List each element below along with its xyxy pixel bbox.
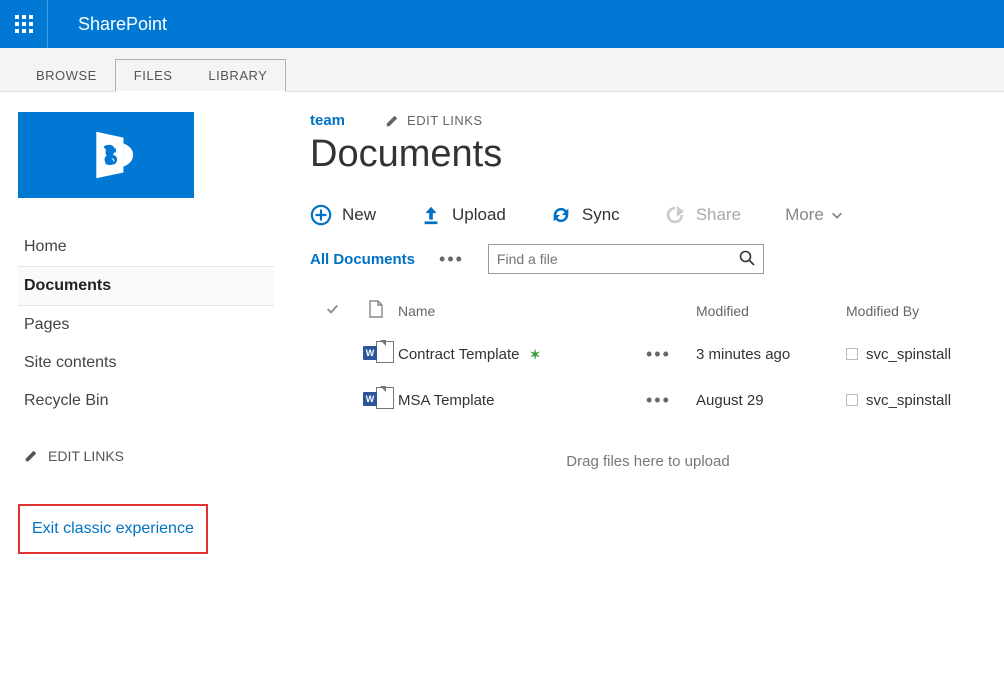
word-doc-icon: W: [367, 341, 385, 363]
pencil-icon: [24, 449, 38, 463]
page-title: Documents: [310, 133, 986, 176]
nav-item-home[interactable]: Home: [18, 228, 274, 266]
app-launcher-button[interactable]: [0, 0, 48, 48]
nav-item-site-contents[interactable]: Site contents: [18, 344, 274, 382]
drag-hint: Drag files here to upload: [310, 453, 986, 470]
suite-title[interactable]: SharePoint: [48, 14, 167, 35]
ribbon-tab-files[interactable]: FILES: [116, 60, 191, 91]
column-modified-by[interactable]: Modified By: [846, 303, 986, 319]
pencil-icon: [385, 114, 399, 128]
left-nav: Home Documents Pages Site contents Recyc…: [18, 228, 274, 420]
select-all-toggle[interactable]: [310, 302, 354, 319]
exit-classic-highlight: Exit classic experience: [18, 504, 208, 554]
table-row[interactable]: W MSA Template ••• August 29 svc_spinsta…: [310, 377, 986, 423]
new-label: New: [342, 205, 376, 225]
word-doc-icon: W: [367, 387, 385, 409]
modified-value: August 29: [696, 392, 846, 409]
edit-links-sidebar[interactable]: EDIT LINKS: [18, 444, 274, 468]
table-row[interactable]: W Contract Template ✶ ••• 3 minutes ago …: [310, 331, 986, 377]
share-button: Share: [664, 204, 741, 226]
presence-icon: [846, 394, 858, 406]
ribbon: BROWSE FILES LIBRARY: [0, 48, 1004, 92]
search-box[interactable]: [488, 244, 764, 274]
waffle-icon: [15, 15, 33, 33]
main-content: S Home Documents Pages Site contents Rec…: [0, 92, 1004, 594]
view-row: All Documents •••: [310, 244, 986, 274]
sync-icon: [550, 204, 572, 226]
item-menu-button[interactable]: •••: [646, 390, 671, 410]
share-icon: [664, 204, 686, 226]
new-indicator-icon: ✶: [530, 347, 541, 362]
search-icon[interactable]: [739, 250, 755, 269]
list-header: Name Modified Modified By: [310, 294, 986, 331]
ribbon-tab-browse[interactable]: BROWSE: [18, 58, 115, 91]
edit-links-top-label: EDIT LINKS: [407, 113, 483, 128]
column-modified[interactable]: Modified: [696, 303, 846, 319]
sync-button[interactable]: Sync: [550, 204, 620, 226]
item-menu-button[interactable]: •••: [646, 344, 671, 364]
file-type-icon: W: [354, 341, 398, 367]
check-icon: [325, 302, 339, 316]
column-type[interactable]: [354, 300, 398, 321]
site-logo[interactable]: S: [18, 112, 194, 198]
list-toolbar: New Upload Sync Share More: [310, 204, 986, 226]
view-selector[interactable]: All Documents: [310, 251, 415, 268]
upload-icon: [420, 204, 442, 226]
more-button[interactable]: More: [785, 205, 844, 225]
search-input[interactable]: [497, 251, 739, 267]
modified-value: 3 minutes ago: [696, 346, 846, 363]
file-icon: [369, 300, 383, 318]
edit-links-top[interactable]: EDIT LINKS: [385, 113, 483, 128]
file-name-link[interactable]: Contract Template: [398, 346, 519, 363]
column-name[interactable]: Name: [398, 303, 646, 319]
nav-item-documents[interactable]: Documents: [18, 266, 274, 306]
file-type-icon: W: [354, 387, 398, 413]
modified-by-link[interactable]: svc_spinstall: [866, 392, 951, 409]
more-label: More: [785, 205, 824, 225]
svg-text:S: S: [104, 144, 118, 171]
share-label: Share: [696, 205, 741, 225]
ribbon-tab-library[interactable]: LIBRARY: [190, 60, 285, 91]
suite-bar: SharePoint: [0, 0, 1004, 48]
nav-item-recycle-bin[interactable]: Recycle Bin: [18, 382, 274, 420]
right-column: team EDIT LINKS Documents New Upload Syn…: [310, 112, 986, 554]
view-menu-button[interactable]: •••: [435, 249, 468, 270]
upload-label: Upload: [452, 205, 506, 225]
new-button[interactable]: New: [310, 204, 376, 226]
exit-classic-link[interactable]: Exit classic experience: [32, 520, 194, 537]
upload-button[interactable]: Upload: [420, 204, 506, 226]
header-row: team EDIT LINKS: [310, 112, 986, 129]
sync-label: Sync: [582, 205, 620, 225]
nav-item-pages[interactable]: Pages: [18, 306, 274, 344]
file-name-link[interactable]: MSA Template: [398, 392, 494, 409]
ribbon-contextual-group: FILES LIBRARY: [115, 59, 287, 92]
modified-by-link[interactable]: svc_spinstall: [866, 346, 951, 363]
site-link[interactable]: team: [310, 112, 345, 129]
sharepoint-logo-icon: S: [75, 124, 137, 186]
edit-links-label: EDIT LINKS: [48, 448, 124, 464]
presence-icon: [846, 348, 858, 360]
plus-circle-icon: [310, 204, 332, 226]
left-column: S Home Documents Pages Site contents Rec…: [18, 112, 274, 554]
chevron-down-icon: [830, 208, 844, 222]
